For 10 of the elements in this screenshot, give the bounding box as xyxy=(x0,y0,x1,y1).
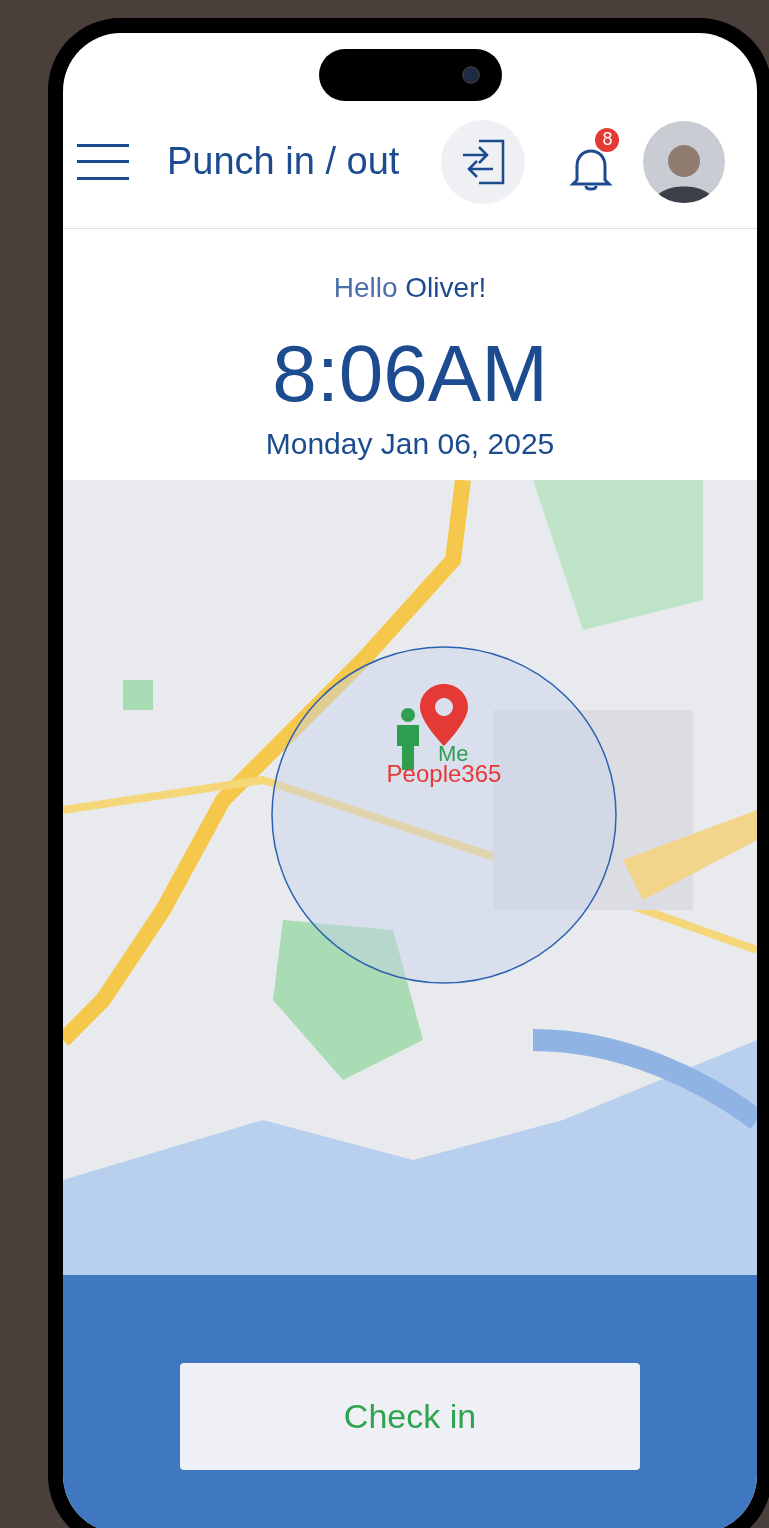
date-text: Monday Jan 06, 2025 xyxy=(265,426,555,462)
marker-label: People365 xyxy=(386,762,502,786)
menu-button[interactable] xyxy=(77,143,129,180)
greeting-text: Hello Oliver! xyxy=(333,271,487,305)
check-in-button[interactable]: Check in xyxy=(180,1363,640,1470)
notification-badge: 8 xyxy=(593,125,622,154)
marker-label: Me xyxy=(438,744,469,764)
clock-time: 8:06AM xyxy=(272,329,548,419)
camera-icon xyxy=(461,66,480,84)
page-title: Punch in / out xyxy=(167,139,400,184)
